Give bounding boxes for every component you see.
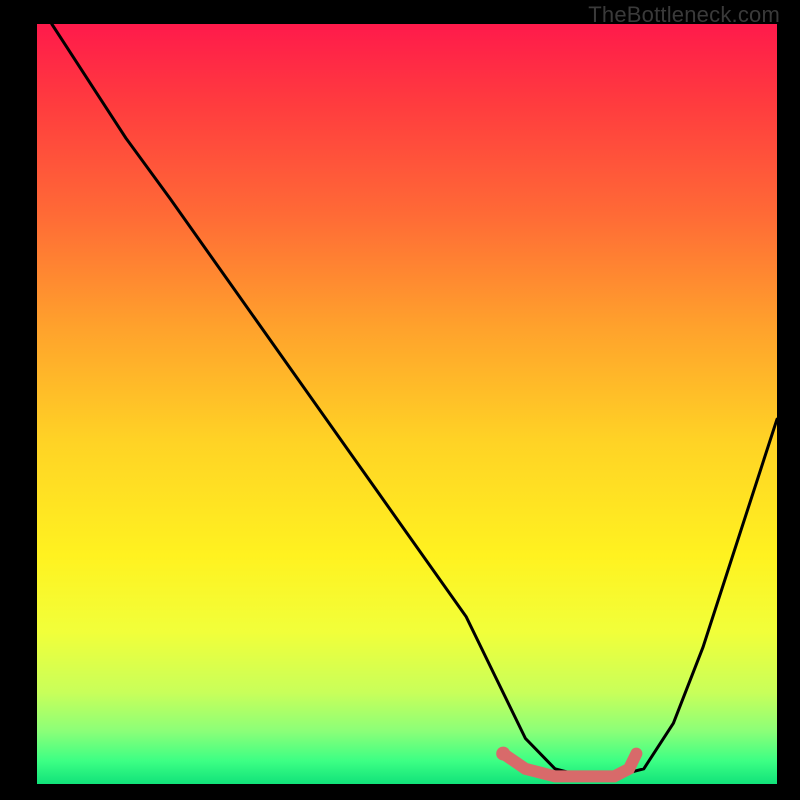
- bottleneck-curve-line: [52, 24, 777, 776]
- optimal-marker-dot: [496, 747, 510, 761]
- optimal-range-line: [503, 754, 636, 777]
- chart-svg: [37, 24, 777, 784]
- plot-area: [37, 24, 777, 784]
- chart-frame: TheBottleneck.com: [0, 0, 800, 800]
